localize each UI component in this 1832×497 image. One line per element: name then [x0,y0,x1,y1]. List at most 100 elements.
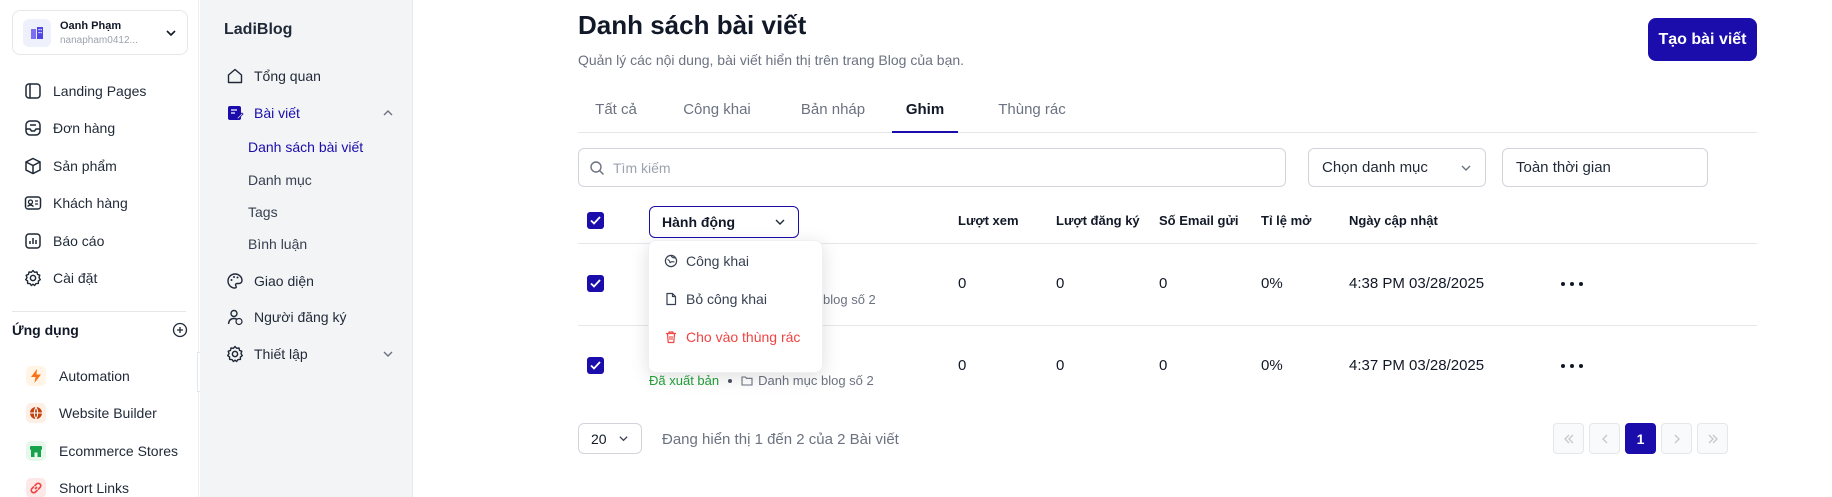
chevron-left-icon [1601,434,1607,443]
last-page-button[interactable] [1697,423,1728,454]
cell-signups: 0 [1056,357,1065,374]
cell-updated: 4:38 PM 03/28/2025 [1349,275,1485,292]
cell-views: 0 [958,275,967,292]
nav-reports[interactable]: Báo cáo [12,222,188,260]
chevron-down-icon [775,219,785,225]
blog-nav-settings[interactable]: Thiết lập [226,345,394,363]
app-website-builder[interactable]: Website Builder [12,395,188,433]
chevrons-left-icon [1563,434,1573,443]
chevron-down-icon [619,436,628,442]
blog-nav-posts[interactable]: Bài viết [226,104,394,122]
nav-settings[interactable]: Cài đặt [12,260,188,298]
account-switcher[interactable]: Oanh Phạm nanapham0412... [12,10,188,55]
folder-icon [741,376,753,386]
first-page-button[interactable] [1553,423,1584,454]
cell-signups: 0 [1056,275,1065,292]
chevron-down-icon [166,29,176,36]
check-icon [590,216,601,225]
bar-chart-icon [25,233,41,249]
previous-page-button[interactable] [1589,423,1620,454]
row-checkbox[interactable] [587,357,604,374]
add-circle-icon[interactable] [172,322,188,338]
app-label: Ecommerce Stores [59,442,179,459]
home-icon [227,68,243,84]
blog-nav-appearance[interactable]: Giao diện [226,272,394,290]
search-box [578,148,1286,187]
bulk-action-select[interactable]: Hành động [649,206,799,238]
edit-document-icon [228,106,244,120]
search-input[interactable] [613,159,1253,176]
col-open-rate: Tỉ lệ mở [1261,213,1312,228]
publish-icon [664,254,678,268]
gear-icon [25,270,41,287]
row-more-button[interactable] [1561,274,1583,294]
blog-subnav-tags[interactable]: Tags [248,204,278,220]
nav-label: Đơn hàng [53,120,116,137]
pagination-summary: Đang hiển thị 1 đến 2 của 2 Bài viết [662,431,899,448]
tab-draft[interactable]: Bản nháp [800,86,866,133]
apps-title: Ứng dụng [12,322,79,338]
store-icon [26,440,46,461]
select-all-checkbox[interactable] [587,212,604,229]
tab-all[interactable]: Tất cả [594,86,638,133]
menu-label: Cho vào thùng rác [686,329,801,345]
next-page-button[interactable] [1661,423,1692,454]
trash-icon [666,331,676,344]
page-1-button[interactable]: 1 [1625,423,1656,454]
app-automation[interactable]: Automation [12,357,188,395]
main-nav: Landing Pages Đơn hàng Sản phẩm Khách hà… [12,72,188,297]
nav-label: Người đăng ký [254,309,347,325]
blog-sidebar-title: LadiBlog [224,21,293,38]
menu-item-move-to-trash[interactable]: Cho vào thùng rác [664,329,800,345]
app-short-links[interactable]: Short Links [12,470,188,497]
cell-emails-sent: 0 [1159,357,1168,374]
col-emails-sent: Số Email gửi [1159,213,1239,228]
blog-nav-subscribers[interactable]: Người đăng ký [226,308,394,326]
app-label: Automation [59,367,130,384]
nav-products[interactable]: Sản phẩm [12,147,188,185]
blog-subnav-categories[interactable]: Danh mục [248,172,312,188]
apps-list: Automation Website Builder Ecommerce Sto… [12,357,188,497]
create-post-button[interactable]: Tạo bài viết [1648,18,1757,61]
time-range-value: Toàn thời gian [1516,159,1611,176]
blog-nav-overview[interactable]: Tổng quan [226,67,394,85]
app-label: Website Builder [59,405,157,422]
building-icon [23,18,51,47]
status-tabs: Tất cả Công khai Bản nháp Ghim Thùng rác [578,86,1757,133]
page-title: Danh sách bài viết [578,10,807,40]
row-more-button[interactable] [1561,356,1583,376]
nav-customers[interactable]: Khách hàng [12,185,188,223]
time-range-select[interactable]: Toàn thời gian [1502,148,1708,187]
nav-landing-pages[interactable]: Landing Pages [12,72,188,110]
nav-orders[interactable]: Đơn hàng [12,110,188,148]
tab-public[interactable]: Công khai [682,86,752,133]
menu-item-publish[interactable]: Công khai [664,253,749,269]
tab-pinned[interactable]: Ghim [892,86,958,133]
globe-icon [26,403,46,424]
check-icon [590,279,601,288]
check-icon [590,361,601,370]
post-category: Danh mục blog số 2 [758,373,874,388]
category-select[interactable]: Chọn danh mục [1308,148,1486,187]
cell-open-rate: 0% [1261,275,1283,292]
col-views: Lượt xem [958,213,1019,228]
app-ecommerce-stores[interactable]: Ecommerce Stores [12,432,188,470]
page-size-select[interactable]: 20 [578,423,642,454]
box-icon [25,157,41,175]
palette-icon [227,273,243,289]
tab-trash[interactable]: Thùng rác [996,86,1068,133]
nav-label: Giao diện [254,273,314,289]
col-updated: Ngày cập nhật [1349,213,1438,228]
col-signups: Lượt đăng ký [1056,213,1140,228]
chevron-up-icon [383,110,393,116]
post-category: blog số 2 [823,292,876,307]
cell-emails-sent: 0 [1159,275,1168,292]
document-icon [666,292,677,306]
blog-subnav-comments[interactable]: Bình luận [248,236,307,252]
menu-item-unpublish[interactable]: Bỏ công khai [664,291,767,307]
link-icon [26,478,46,497]
row-checkbox[interactable] [587,275,604,292]
inbox-icon [25,120,41,136]
apps-header: Ứng dụng [12,322,188,338]
blog-subnav-post-list[interactable]: Danh sách bài viết [248,139,363,155]
